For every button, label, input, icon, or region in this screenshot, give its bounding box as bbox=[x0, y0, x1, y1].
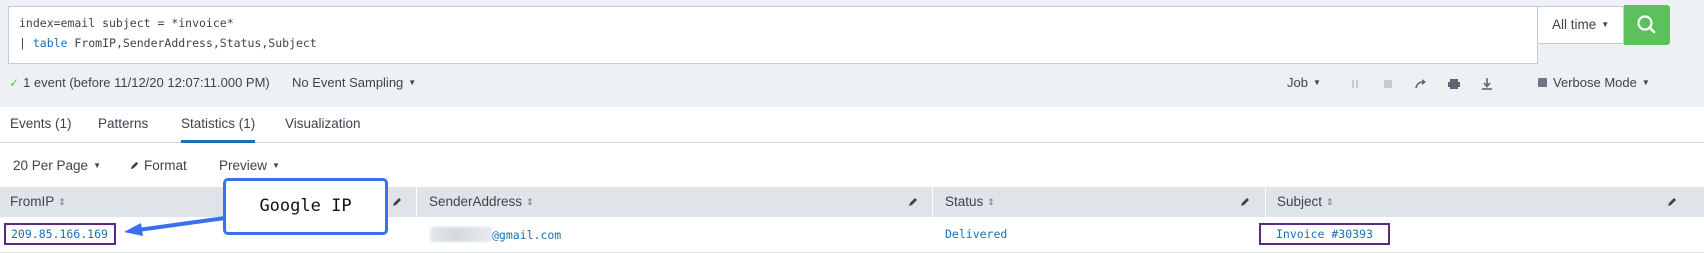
chevron-down-icon: ▼ bbox=[1641, 78, 1650, 87]
highlight-box-subject bbox=[1259, 223, 1390, 245]
chevron-down-icon: ▼ bbox=[408, 78, 417, 87]
print-icon[interactable] bbox=[1446, 77, 1462, 91]
time-range-picker[interactable]: All time ▼ bbox=[1538, 6, 1624, 44]
search-icon bbox=[1637, 15, 1656, 34]
column-divider bbox=[416, 187, 417, 217]
search-button[interactable] bbox=[1624, 5, 1670, 45]
sort-icon: ⇕ bbox=[526, 197, 534, 207]
share-icon[interactable] bbox=[1413, 77, 1429, 91]
pencil-icon[interactable] bbox=[907, 196, 919, 208]
time-range-label: All time bbox=[1552, 17, 1597, 32]
column-divider bbox=[932, 187, 933, 217]
pause-icon[interactable] bbox=[1347, 77, 1363, 91]
export-icon[interactable] bbox=[1479, 77, 1495, 91]
annotation-callout: Google IP bbox=[223, 178, 388, 235]
sort-icon: ⇕ bbox=[987, 197, 995, 207]
cell-status[interactable]: Delivered bbox=[945, 227, 1007, 241]
column-divider bbox=[1265, 187, 1266, 217]
chevron-down-icon: ▼ bbox=[1601, 20, 1610, 29]
job-menu[interactable]: Job ▼ bbox=[1287, 75, 1321, 90]
column-header-subject[interactable]: Subject ⇕ bbox=[1267, 187, 1687, 217]
search-mode-dropdown[interactable]: Verbose Mode ▼ bbox=[1538, 75, 1650, 90]
cell-senderaddress[interactable]: @gmail.com bbox=[430, 227, 561, 242]
mode-icon bbox=[1538, 78, 1547, 87]
redacted-region bbox=[430, 227, 492, 242]
column-header-status[interactable]: Status ⇕ bbox=[935, 187, 1265, 217]
pencil-icon[interactable] bbox=[1666, 196, 1678, 208]
chevron-down-icon: ▼ bbox=[1312, 78, 1321, 87]
column-header-senderaddress[interactable]: SenderAddress ⇕ bbox=[419, 187, 932, 217]
pencil-icon[interactable] bbox=[1239, 196, 1251, 208]
stop-icon[interactable] bbox=[1380, 77, 1396, 91]
sort-icon: ⇕ bbox=[1326, 197, 1334, 207]
